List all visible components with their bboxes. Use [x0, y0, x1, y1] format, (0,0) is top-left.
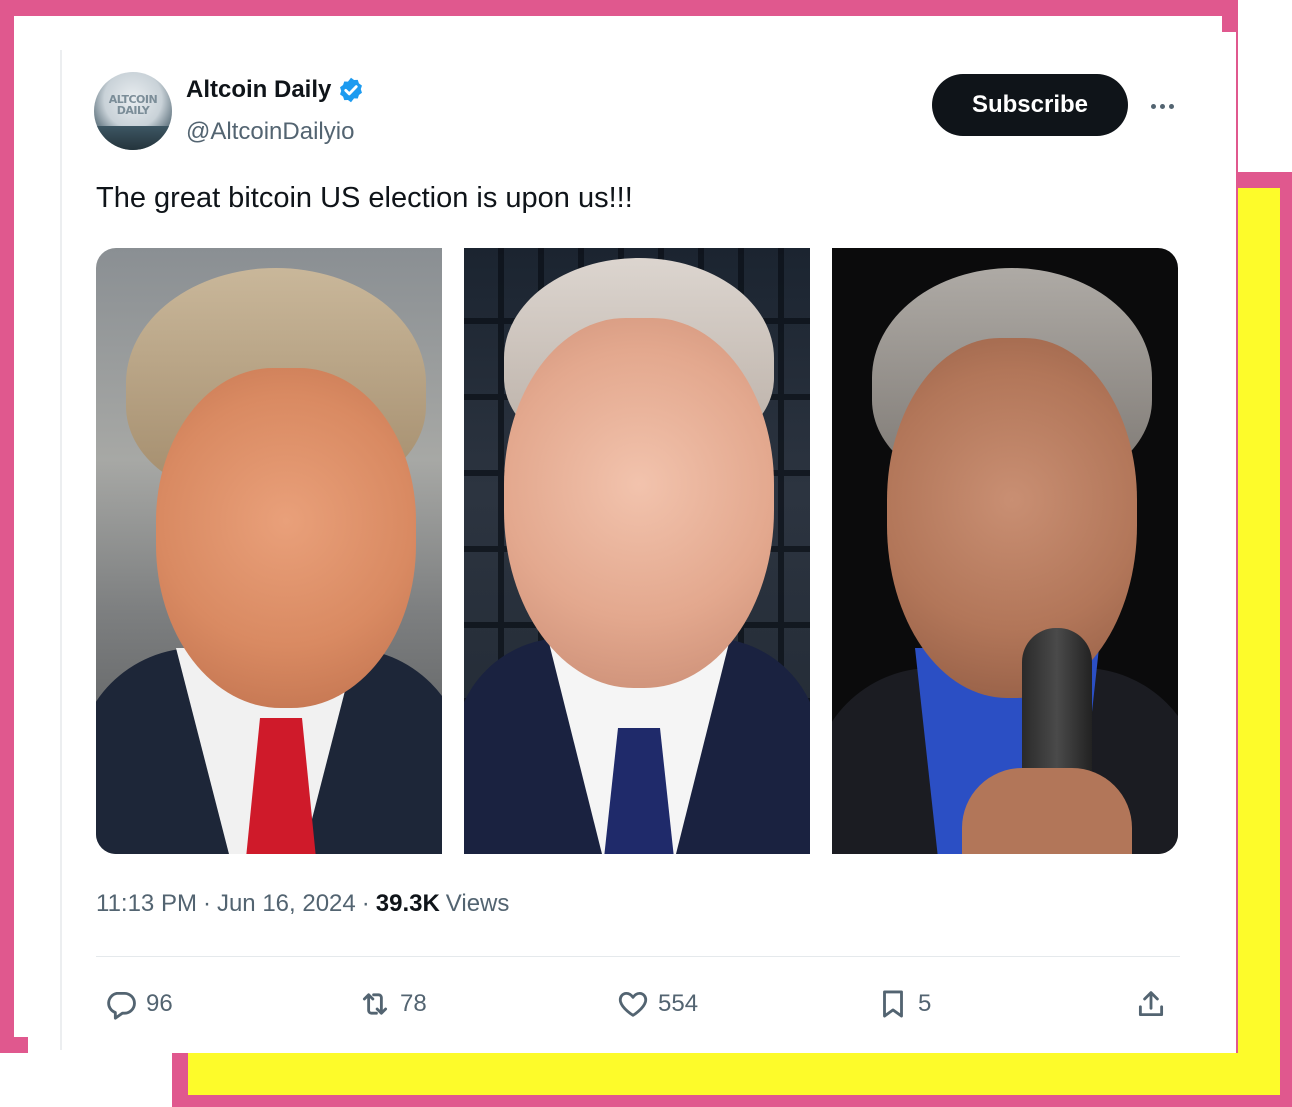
- post-text: The great bitcoin US election is upon us…: [96, 182, 633, 214]
- media-photo-2[interactable]: [464, 248, 810, 854]
- more-horizontal-icon[interactable]: [1144, 88, 1180, 124]
- views-count: 39.3K: [375, 890, 440, 917]
- card-edge: [60, 50, 62, 1050]
- meta-separator: ·: [202, 890, 211, 917]
- meta-separator: ·: [361, 890, 370, 917]
- action-bar: 96 78 554 5: [96, 982, 1180, 1026]
- verified-badge-icon[interactable]: [337, 76, 365, 104]
- decorative-frame-front: ALTCOIN DAILY Altcoin Daily @AltcoinDail…: [0, 0, 1238, 1053]
- like-count: 554: [658, 990, 699, 1017]
- like-button[interactable]: 554: [616, 982, 698, 1026]
- repost-button[interactable]: 78: [358, 982, 427, 1026]
- media-photo-3[interactable]: [832, 248, 1178, 854]
- bookmark-icon: [883, 990, 903, 1018]
- post-card[interactable]: ALTCOIN DAILY Altcoin Daily @AltcoinDail…: [28, 32, 1236, 1053]
- share-icon: [1138, 991, 1164, 1017]
- subscribe-button[interactable]: Subscribe: [932, 74, 1128, 136]
- views-label: Views: [445, 890, 510, 917]
- post-date[interactable]: Jun 16, 2024: [217, 890, 356, 918]
- post-media[interactable]: [96, 248, 1178, 854]
- avatar-logo-text: ALTCOIN DAILY: [108, 93, 158, 117]
- post-meta: 11:13 PM · Jun 16, 2024 · 39.3K Views: [96, 890, 509, 918]
- heart-icon: [618, 991, 648, 1017]
- post-time[interactable]: 11:13 PM: [96, 890, 197, 918]
- media-photo-1[interactable]: [96, 248, 442, 854]
- reply-count: 96: [146, 990, 173, 1017]
- author-name-row: Altcoin Daily: [186, 76, 365, 104]
- reply-icon: [107, 991, 136, 1020]
- divider: [96, 956, 1180, 957]
- author-handle[interactable]: @AltcoinDailyio: [186, 118, 354, 146]
- repost-icon: [362, 993, 388, 1015]
- repost-count: 78: [400, 990, 427, 1017]
- avatar[interactable]: ALTCOIN DAILY: [94, 72, 172, 150]
- bookmark-button[interactable]: 5: [876, 982, 931, 1026]
- author-display-name[interactable]: Altcoin Daily: [186, 76, 331, 104]
- share-button[interactable]: [1134, 982, 1168, 1026]
- reply-button[interactable]: 96: [104, 982, 173, 1026]
- bookmark-count: 5: [918, 990, 932, 1017]
